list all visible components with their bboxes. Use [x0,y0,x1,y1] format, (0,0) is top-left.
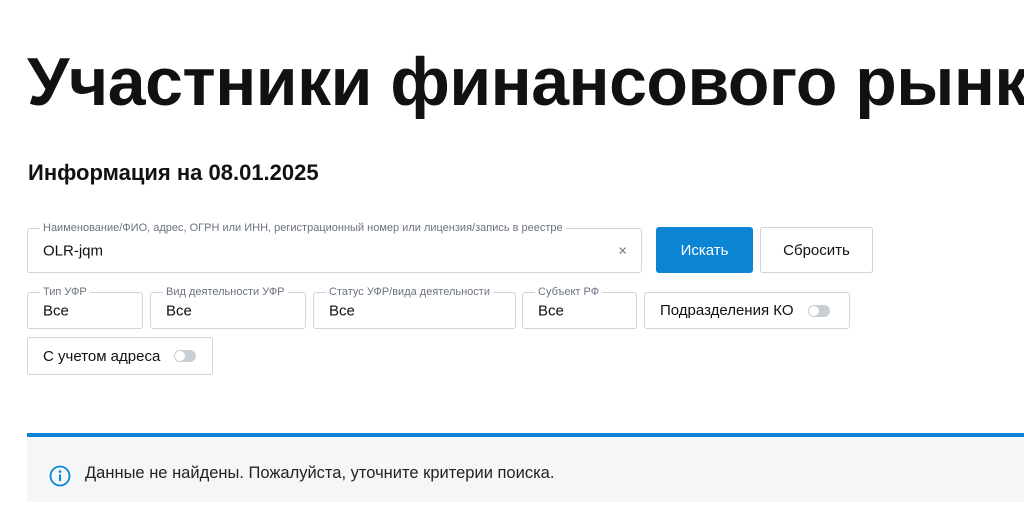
search-input[interactable]: Наименование/ФИО, адрес, ОГРН или ИНН, р… [27,221,642,273]
activity-select-label: Вид деятельности УФР [163,285,288,299]
page-title: Участники финансового рынка [27,44,1024,120]
toggle-switch-icon[interactable] [174,350,197,362]
region-select[interactable]: Субъект РФ Все [522,285,637,329]
reset-button[interactable]: Сбросить [760,227,873,273]
region-select-label: Субъект РФ [535,285,603,299]
region-select-value[interactable]: Все [538,302,564,319]
toggle-knob [175,351,186,361]
toggle-knob [808,305,819,316]
ko-divisions-toggle[interactable]: Подразделения КО [644,292,850,329]
search-input-value[interactable]: OLR-jqm [43,242,103,259]
status-select-label: Статус УФР/вида деятельности [326,285,493,299]
info-icon [49,465,71,487]
activity-select-value[interactable]: Все [166,302,192,319]
type-select[interactable]: Тип УФР Все [27,285,143,329]
no-results-message: Данные не найдены. Пожалуйста, уточните … [85,464,555,482]
toggle-switch-icon[interactable] [807,304,830,317]
info-date: Информация на 08.01.2025 [28,160,319,185]
type-select-value[interactable]: Все [43,302,69,319]
with-address-label: С учетом адреса [43,347,161,365]
activity-select[interactable]: Вид деятельности УФР Все [150,285,306,329]
search-button[interactable]: Искать [656,227,753,273]
search-input-label: Наименование/ФИО, адрес, ОГРН или ИНН, р… [40,221,566,235]
ko-divisions-label: Подразделения КО [660,302,794,319]
status-select[interactable]: Статус УФР/вида деятельности Все [313,285,516,329]
no-results-notice: Данные не найдены. Пожалуйста, уточните … [27,433,1024,502]
type-select-label: Тип УФР [40,285,90,299]
clear-icon[interactable]: × [618,243,627,258]
page: Участники финансового рынка Информация н… [0,0,1024,531]
with-address-toggle[interactable]: С учетом адреса [27,337,213,375]
status-select-value[interactable]: Все [329,302,355,319]
